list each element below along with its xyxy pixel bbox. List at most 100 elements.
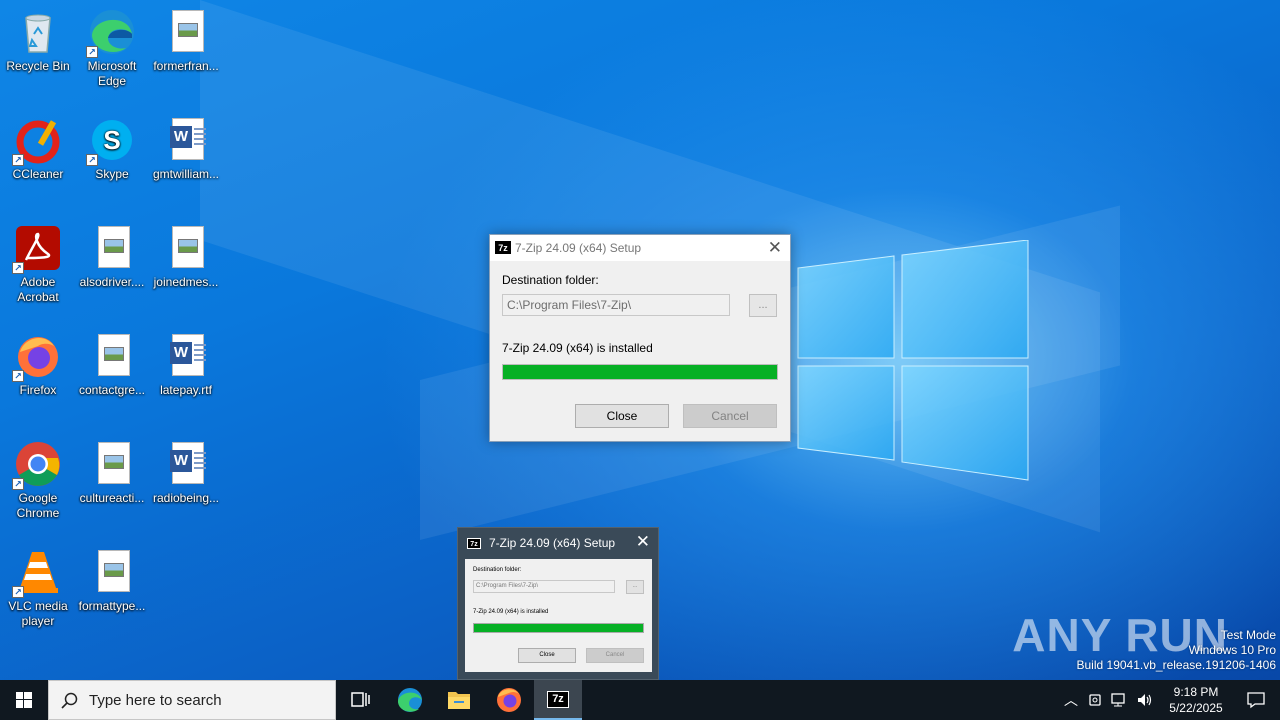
desktop-icon-label: joinedmes... (153, 275, 219, 289)
vlc-cone-icon: ↗ (12, 548, 62, 598)
shortcut-arrow-icon: ↗ (86, 46, 98, 58)
taskbar-thumbnail-preview[interactable]: 7z 7-Zip 24.09 (x64) Setup ✕ Destination… (457, 527, 659, 680)
destination-folder-field[interactable] (502, 294, 730, 316)
start-button[interactable] (0, 680, 48, 720)
shortcut-arrow-icon: ↗ (12, 478, 24, 490)
skype-icon: S ↗ (86, 116, 136, 166)
watermark: ANY RUN Test Mode Windows 10 Pro Build 1… (1012, 608, 1277, 673)
desktop-icon-label: CCleaner (12, 167, 64, 181)
desktop-icon-label: gmtwilliam... (152, 167, 219, 181)
desktop-icon-label: Firefox (19, 383, 57, 397)
task-view-icon (351, 692, 370, 707)
7zip-icon: 7z (547, 691, 569, 708)
word-document-icon: W (162, 332, 210, 380)
desktop-icon-file[interactable]: cultureacti... (74, 440, 150, 506)
desktop-icon-label: latepay.rtf (160, 383, 212, 397)
thumbnail-title: 7-Zip 24.09 (x64) Setup (489, 536, 616, 550)
test-mode-text: Test Mode (1220, 628, 1276, 642)
desktop-icon-label: formerfran... (153, 59, 219, 73)
image-file-icon (162, 8, 210, 56)
windows-start-icon (16, 692, 32, 708)
image-file-icon (162, 224, 210, 272)
desktop-icon-firefox[interactable]: ↗ Firefox (0, 332, 76, 398)
image-file-icon (88, 440, 136, 488)
setup-dialog: 7z 7-Zip 24.09 (x64) Setup ✕ Destination… (489, 234, 791, 442)
image-file-icon (88, 224, 136, 272)
svg-text:S: S (103, 125, 120, 155)
thumbnail-destination-field: C:\Program Files\7-Zip\ (473, 580, 615, 593)
destination-label: Destination folder: (502, 273, 599, 287)
close-icon[interactable]: ✕ (636, 532, 650, 552)
desktop-icon-word-file[interactable]: W gmtwilliam... (148, 116, 224, 182)
taskbar-firefox-button[interactable] (485, 680, 533, 720)
firefox-icon (497, 688, 521, 712)
taskbar-file-explorer-button[interactable] (435, 680, 483, 720)
ccleaner-icon: ↗ (12, 116, 62, 166)
cancel-button[interactable]: Cancel (683, 404, 777, 428)
progress-bar (502, 364, 778, 380)
desktop-icon-word-file[interactable]: W radiobeing... (148, 440, 224, 506)
desktop-icon-microsoft-edge[interactable]: ↗ Microsoft Edge (74, 8, 150, 89)
shortcut-arrow-icon: ↗ (12, 154, 24, 166)
desktop-icon-file[interactable]: formattype... (74, 548, 150, 614)
taskbar-7zip-button[interactable]: 7z (534, 680, 582, 720)
windows-logo-wallpaper (797, 240, 1029, 481)
chevron-up-icon[interactable]: ︿ (1064, 690, 1078, 710)
image-file-icon (88, 548, 136, 596)
edge-icon (398, 688, 422, 712)
word-document-icon: W (162, 440, 210, 488)
desktop-icon-ccleaner[interactable]: ↗ CCleaner (0, 116, 76, 182)
desktop-icon-label: VLC media player (8, 599, 68, 628)
taskbar-search-box[interactable]: Type here to search (48, 680, 336, 720)
windows-edition-text: Windows 10 Pro (1188, 643, 1276, 657)
desktop-icon-skype[interactable]: S ↗ Skype (74, 116, 150, 182)
clock-date: 5/22/2025 (1169, 701, 1223, 715)
taskbar: Type here to search 7z ︿ 9:18 PM 5/22/20… (0, 680, 1280, 720)
search-placeholder: Type here to search (89, 692, 222, 709)
browse-button[interactable]: ... (749, 294, 777, 317)
dialog-title: 7-Zip 24.09 (x64) Setup (515, 241, 642, 255)
desktop-icon-label: Recycle Bin (6, 59, 70, 73)
folder-icon (448, 692, 470, 709)
desktop-icon-recycle-bin[interactable]: Recycle Bin (0, 8, 76, 74)
desktop-icon-label: Microsoft Edge (87, 59, 137, 88)
thumbnail-browse-button: ... (626, 580, 644, 594)
desktop: Recycle Bin ↗ CCleaner ↗ Adobe Acrobat ↗… (0, 0, 1280, 680)
desktop-icon-label: Adobe Acrobat (17, 275, 59, 304)
desktop-icon-file[interactable]: formerfran... (148, 8, 224, 74)
install-status: 7-Zip 24.09 (x64) is installed (502, 341, 653, 355)
7zip-icon: 7z (495, 241, 511, 254)
desktop-icon-label: cultureacti... (79, 491, 145, 505)
shortcut-arrow-icon: ↗ (12, 262, 24, 274)
meet-now-icon[interactable] (1088, 692, 1104, 708)
word-document-icon: W (162, 116, 210, 164)
desktop-icon-file[interactable]: alsodriver.... (74, 224, 150, 290)
desktop-icon-vlc[interactable]: ↗ VLC media player (0, 548, 76, 629)
close-icon[interactable]: ✕ (768, 238, 782, 258)
volume-icon[interactable] (1136, 692, 1154, 708)
thumbnail-status: 7-Zip 24.09 (x64) is installed (473, 609, 549, 615)
desktop-icon-google-chrome[interactable]: ↗ Google Chrome (0, 440, 76, 521)
thumbnail-cancel-button: Cancel (586, 648, 644, 663)
build-text: Build 19041.vb_release.191206-1406 (1076, 658, 1277, 672)
firefox-icon: ↗ (12, 332, 62, 382)
desktop-icon-adobe-acrobat[interactable]: ↗ Adobe Acrobat (0, 224, 76, 305)
desktop-icon-file[interactable]: contactgre... (74, 332, 150, 398)
thumbnail-window-preview: Destination folder: C:\Program Files\7-Z… (465, 559, 652, 672)
network-icon[interactable] (1111, 692, 1129, 708)
desktop-icon-file[interactable]: joinedmes... (148, 224, 224, 290)
dialog-titlebar[interactable]: 7z 7-Zip 24.09 (x64) Setup ✕ (490, 235, 790, 261)
desktop-icon-label: formattype... (78, 599, 146, 613)
thumbnail-destination-label: Destination folder: (473, 567, 522, 573)
progress-fill (503, 365, 777, 379)
taskbar-clock[interactable]: 9:18 PM 5/22/2025 (1164, 684, 1228, 716)
task-view-button[interactable] (336, 680, 384, 720)
edge-icon: ↗ (86, 8, 136, 58)
adobe-acrobat-icon: ↗ (12, 224, 62, 274)
shortcut-arrow-icon: ↗ (86, 154, 98, 166)
notifications-icon[interactable] (1246, 691, 1266, 709)
google-chrome-icon: ↗ (12, 440, 62, 490)
desktop-icon-word-file[interactable]: W latepay.rtf (148, 332, 224, 398)
close-button[interactable]: Close (575, 404, 669, 428)
taskbar-edge-button[interactable] (386, 680, 434, 720)
